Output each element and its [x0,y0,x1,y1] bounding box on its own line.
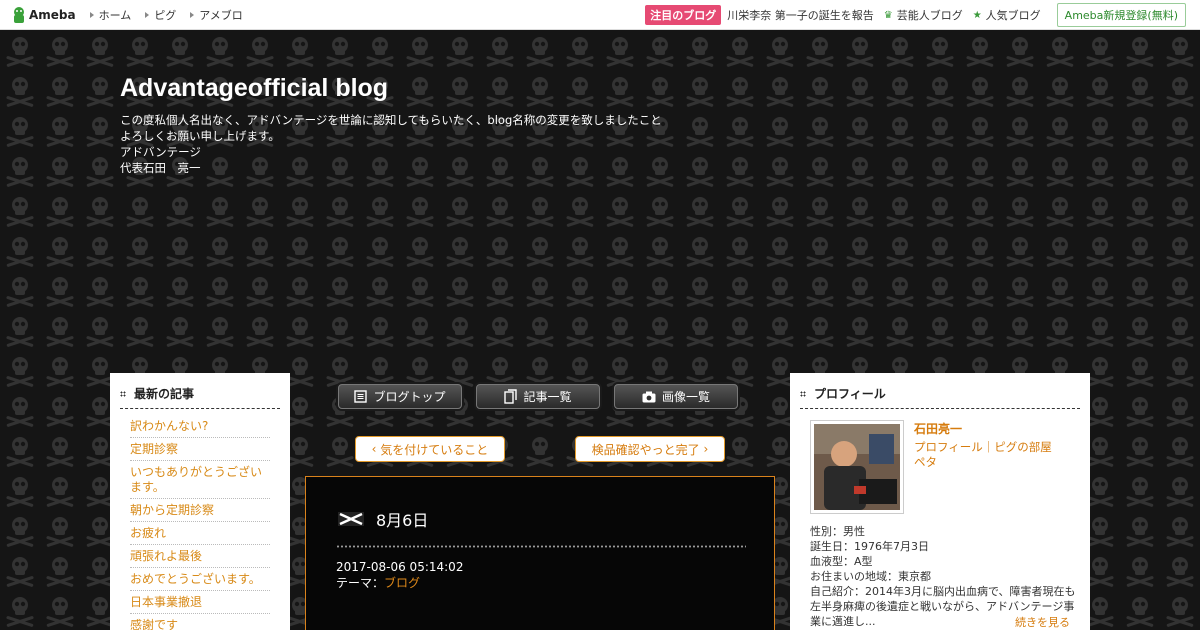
desc-line: この度私個人名出なく、アドバンテージを世論に認知してもらいたく、blog名称の変… [120,113,662,127]
blog-nav-buttons: ブログトップ 記事一覧 画像一覧 [338,384,752,409]
theme-link[interactable]: ブログ [384,576,420,590]
ameba-mascot-icon [14,6,24,23]
widget-title: プロフィール [800,385,1080,409]
list-item[interactable]: 定期診察 [130,438,270,461]
celeb-blog-link[interactable]: ♛ 芸能人ブログ [884,7,963,23]
list-item[interactable]: 訳わかんない? [130,415,270,438]
arrow-icon [89,11,94,18]
arrow-icon [145,11,150,18]
featured-badge: 注目のブログ [645,5,722,25]
logo-text: Ameba [29,7,76,22]
dots-icon [120,390,126,397]
prev-article-button[interactable]: ‹ 気を付けていること [355,436,505,462]
ameba-logo[interactable]: Ameba [12,6,76,24]
profile-avatar[interactable] [810,420,904,514]
desc-line: よろしくお願い申し上げます。 [120,129,280,143]
nav-pigg-label: ピグ [154,8,177,22]
popular-blog-label: 人気ブログ [985,9,1041,22]
popular-blog-link[interactable]: ★ 人気ブログ [973,7,1041,23]
article-list-label: 記事一覧 [523,390,572,404]
header-right: 注目のブログ 川栄李奈 第一子の誕生を報告 ♛ 芸能人ブログ ★ 人気ブログ Ame… [645,0,1186,30]
global-nav: ホーム ピグ アメブロ [89,7,257,23]
chevron-right-icon: › [699,442,709,456]
global-header: Ameba ホーム ピグ アメブロ 注目のブログ 川栄李奈 第一子の誕生を報告 … [0,0,1200,30]
profile-photo [814,424,900,510]
list-item[interactable]: 頑張れよ最後 [130,545,270,568]
list-item[interactable]: 感謝です [130,614,270,630]
nav-home[interactable]: ホーム [89,7,132,23]
dotted-divider [336,545,746,548]
blog-top-button[interactable]: ブログトップ [338,384,462,409]
register-button[interactable]: Ameba新規登録(無料) [1056,3,1186,27]
camera-icon [642,391,656,402]
theme-label: テーマ： [336,576,385,590]
article-title[interactable]: 8月6日 [336,507,428,531]
image-list-button[interactable]: 画像一覧 [614,384,738,409]
prev-article-label: 気を付けていること [380,442,489,457]
article: 8月6日 2017-08-06 05:14:02 テーマ：ブログ [305,476,775,630]
article-date: 2017-08-06 05:14:02 [336,560,464,574]
list-item[interactable]: 朝から定期診察 [130,499,270,522]
blog-top-label: ブログトップ [373,390,446,404]
desc-line: アドバンテージ [120,145,201,159]
list-item[interactable]: 日本事業撤退 [130,591,270,614]
profile-region: お住まいの地域：東京都 [810,570,931,583]
list-item[interactable]: お疲れ [130,522,270,545]
blog-description: この度私個人名出なく、アドバンテージを世論に認知してもらいたく、blog名称の変… [120,112,720,176]
profile-name[interactable]: 石田亮一 [914,420,962,437]
widget-title-label: 最新の記事 [134,387,195,401]
peta-link[interactable]: ペタ [914,455,1064,470]
profile-birthday: 誕生日：1976年7月3日 [810,540,929,553]
arrow-icon [190,11,195,18]
next-article-label: 検品確認やっと完了 [591,442,700,457]
profile-widget: プロフィール 石田亮一 プロフィール｜ピグの部屋 ペタ 性別：男性 誕生日：19… [790,373,1090,630]
nav-pigg[interactable]: ピグ [145,7,176,23]
crown-icon: ♛ [883,9,893,21]
celeb-blog-label: 芸能人ブログ [896,9,963,22]
nav-ameblo-label: アメブロ [199,8,243,22]
list-item[interactable]: おめでとうございます。 [130,568,270,591]
featured-link[interactable]: 川栄李奈 第一子の誕生を報告 [727,7,874,23]
dots-icon [800,390,806,397]
desc-line: 代表石田 亮一 [120,161,201,175]
document-icon [354,390,368,403]
profile-pigg-link[interactable]: プロフィール｜ピグの部屋 [914,440,1064,455]
widget-title: 最新の記事 [120,385,280,409]
copy-icon [504,389,518,404]
chevron-left-icon: ‹ [371,442,381,456]
profile-gender: 性別：男性 [810,525,865,538]
crossbones-icon [338,512,364,526]
image-list-label: 画像一覧 [661,390,710,404]
next-article-button[interactable]: 検品確認やっと完了 › [575,436,725,462]
latest-articles-widget: 最新の記事 訳わかんない? 定期診察 いつもありがとうございます。 朝から定期診… [110,373,290,630]
nav-home-label: ホーム [98,8,132,22]
profile-blood-type: 血液型：A型 [810,555,873,568]
article-title-label: 8月6日 [376,511,429,530]
list-item[interactable]: いつもありがとうございます。 [130,461,270,499]
profile-links: プロフィール｜ピグの部屋 ペタ [914,440,1064,470]
star-icon: ★ [972,9,982,21]
read-more-link[interactable]: 続きを見る [1015,614,1070,630]
nav-ameblo[interactable]: アメブロ [190,7,243,23]
article-meta: 2017-08-06 05:14:02 テーマ：ブログ [336,559,463,591]
article-list: 訳わかんない? 定期診察 いつもありがとうございます。 朝から定期診察 お疲れ … [130,415,270,630]
widget-title-label: プロフィール [814,387,886,401]
blog-title[interactable]: Advantageofficial blog [120,74,388,103]
article-list-button[interactable]: 記事一覧 [476,384,600,409]
